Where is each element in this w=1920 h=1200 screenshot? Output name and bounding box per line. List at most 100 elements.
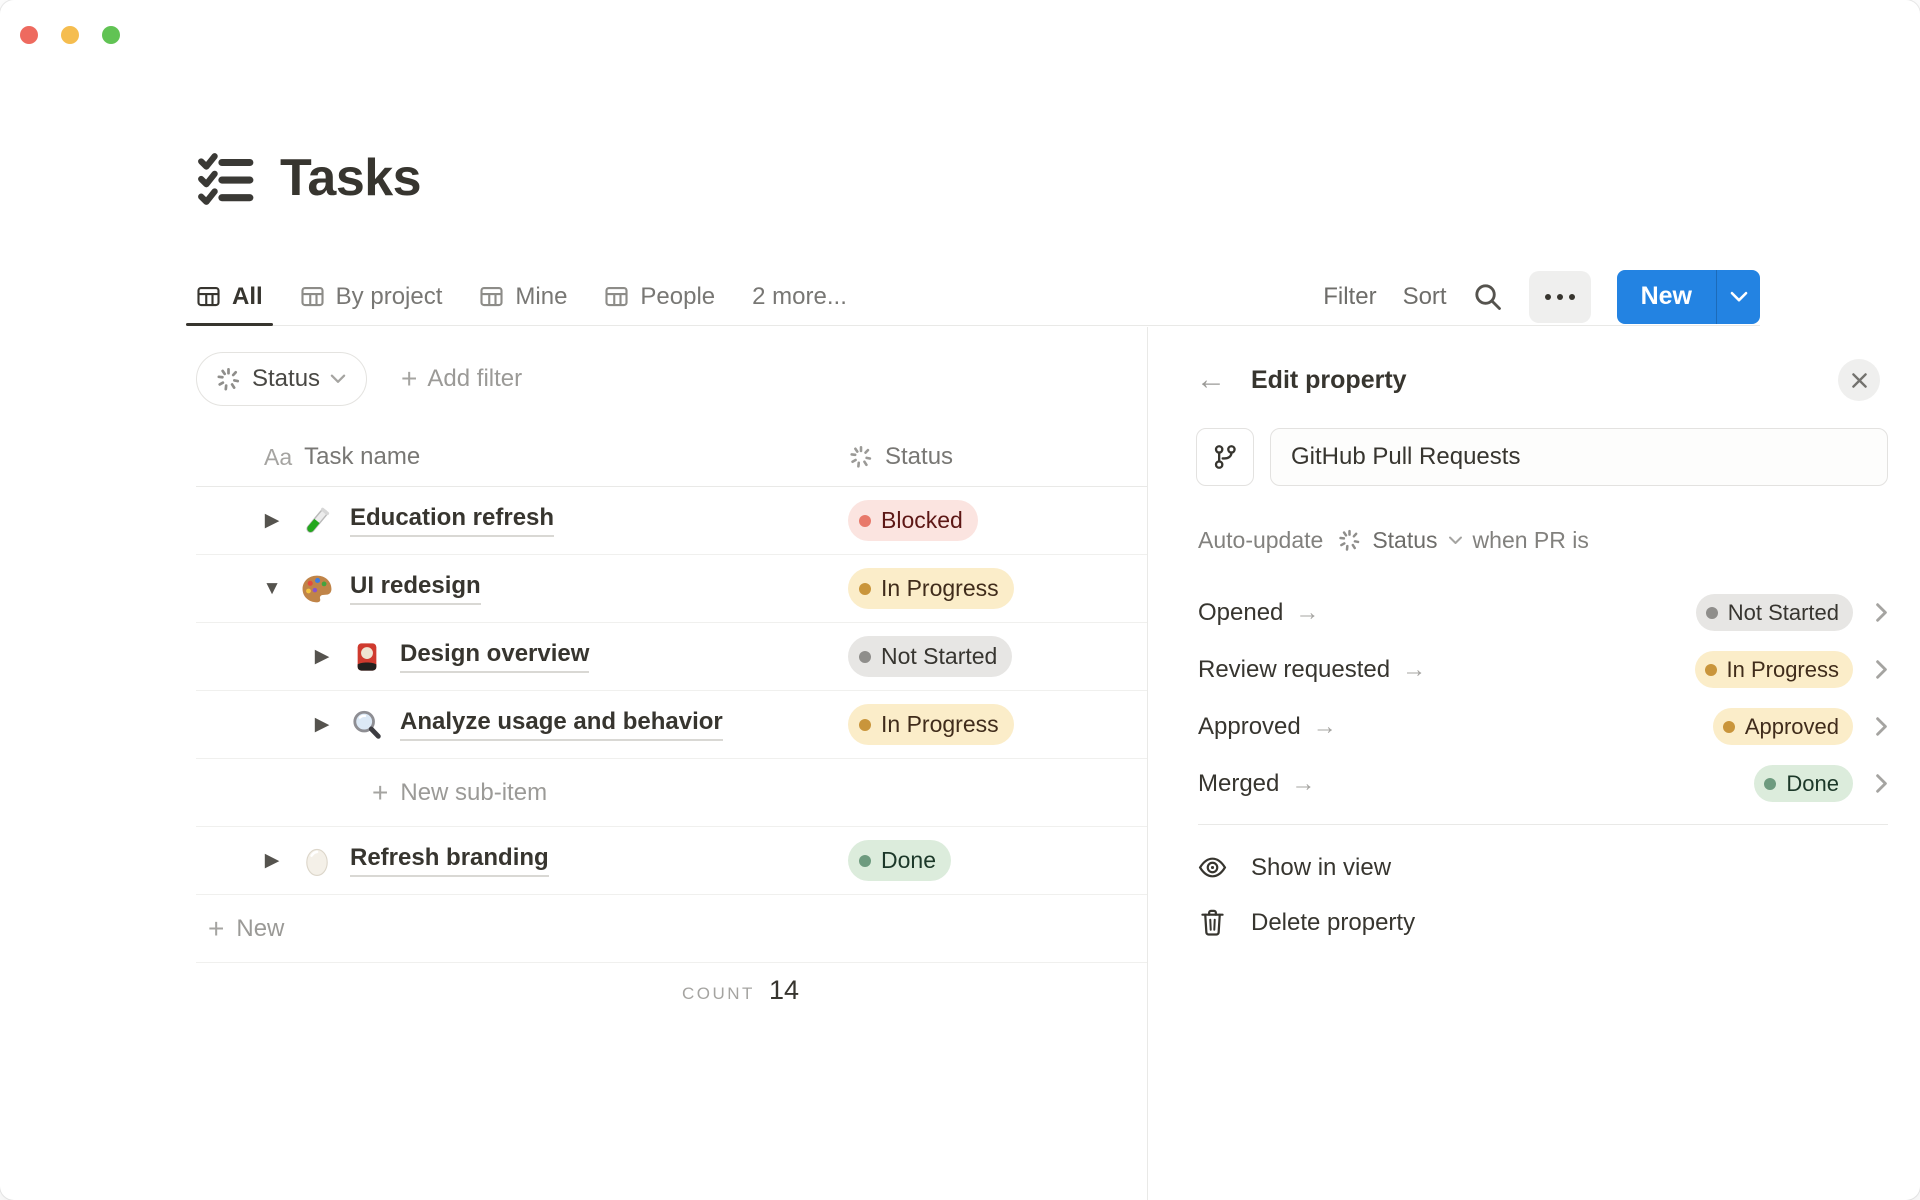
new-button-group: New — [1616, 269, 1760, 324]
auto-update-row: Auto-update Status when PR is — [1198, 527, 1589, 554]
mapping-row-opened[interactable]: Opened → Not Started — [1198, 584, 1888, 641]
status-cell[interactable]: In Progress — [848, 555, 1014, 622]
plus-icon: + — [372, 776, 389, 808]
view-tab-bar: All By project Mine People 2 more... Fil… — [186, 268, 1760, 326]
close-window-button[interactable] — [20, 26, 38, 44]
edit-property-panel: ← Edit property Auto-update Status when … — [1147, 327, 1920, 1200]
status-badge: Done — [848, 840, 951, 881]
test-tube-icon — [299, 503, 335, 539]
close-icon — [1851, 372, 1868, 389]
text-property-icon: Aa — [264, 443, 293, 470]
table-header: Aa Task name Status — [196, 427, 1147, 487]
tab-mine[interactable]: Mine — [469, 268, 577, 325]
sort-button[interactable]: Sort — [1403, 283, 1447, 311]
palette-icon — [299, 571, 335, 607]
tab-all[interactable]: All — [186, 268, 273, 326]
new-dropdown-button[interactable] — [1716, 269, 1760, 324]
status-badge: Not Started — [848, 636, 1013, 677]
status-dot — [859, 650, 871, 663]
show-in-view-button[interactable]: Show in view — [1198, 840, 1888, 895]
task-title-link[interactable]: Refresh branding — [350, 844, 549, 877]
property-name-row — [1196, 428, 1888, 486]
status-badge: In Progress — [1694, 651, 1853, 688]
tab-more-views[interactable]: 2 more... — [742, 268, 857, 325]
checklist-icon — [196, 149, 254, 207]
new-sub-item-button[interactable]: + New sub-item — [196, 759, 1147, 827]
expand-toggle-icon[interactable]: ▶ — [260, 849, 284, 872]
magnifier-icon — [349, 707, 385, 743]
status-dot — [1704, 663, 1717, 676]
expand-toggle-icon[interactable]: ▶ — [310, 713, 334, 736]
filter-bar: Status + Add filter — [196, 352, 522, 406]
column-header-task-name[interactable]: Aa Task name — [264, 427, 420, 487]
status-badge: Approved — [1712, 708, 1853, 745]
chevron-right-icon — [1875, 659, 1888, 680]
app-window: Tasks All By project Mine People 2 more.… — [0, 0, 1920, 1200]
search-icon[interactable] — [1473, 282, 1503, 312]
tab-people[interactable]: People — [594, 268, 725, 325]
mapping-row-merged[interactable]: Merged → Done — [1198, 755, 1888, 812]
task-title-link[interactable]: Analyze usage and behavior — [400, 708, 723, 741]
status-dot — [1764, 777, 1777, 790]
status-cell[interactable]: Done — [848, 827, 951, 894]
filter-button[interactable]: Filter — [1323, 283, 1376, 311]
count-label[interactable]: COUNT — [682, 984, 755, 1004]
status-filter-chip[interactable]: Status — [196, 352, 368, 406]
status-spinner-icon — [848, 444, 874, 470]
collapse-toggle-icon[interactable]: ▼ — [260, 578, 284, 600]
task-title-link[interactable]: Design overview — [400, 640, 590, 673]
status-dot — [859, 514, 871, 527]
arrow-right-icon: → — [1295, 598, 1320, 626]
flower-card-icon — [349, 639, 385, 675]
status-badge: In Progress — [848, 568, 1014, 609]
mapping-row-review-requested[interactable]: Review requested → In Progress — [1198, 641, 1888, 698]
status-spinner-icon — [215, 366, 242, 393]
expand-toggle-icon[interactable]: ▶ — [310, 645, 334, 668]
property-icon-button[interactable] — [1196, 428, 1254, 486]
new-button[interactable]: New — [1616, 269, 1716, 324]
table-row: ▶ Design overview Not Started — [196, 623, 1147, 691]
status-cell[interactable]: In Progress — [848, 691, 1014, 758]
property-actions: Show in view Delete property — [1198, 840, 1888, 950]
arrow-right-icon: → — [1291, 769, 1316, 797]
ellipsis-icon — [1544, 293, 1551, 300]
minimize-window-button[interactable] — [61, 26, 79, 44]
page-header: Tasks — [196, 148, 422, 208]
tab-by-project[interactable]: By project — [290, 268, 453, 325]
status-badge: In Progress — [848, 704, 1014, 745]
panel-title: Edit property — [1251, 365, 1407, 394]
add-filter-button[interactable]: + Add filter — [401, 365, 522, 393]
auto-update-property-select[interactable]: Status — [1372, 527, 1437, 554]
table-row: ▼ UI redesign In Progress — [196, 555, 1147, 623]
zoom-window-button[interactable] — [102, 26, 120, 44]
mapping-row-approved[interactable]: Approved → Approved — [1198, 698, 1888, 755]
column-header-status[interactable]: Status — [848, 427, 953, 487]
plus-icon: + — [401, 363, 418, 394]
table-icon — [479, 284, 504, 309]
table-icon — [196, 284, 221, 309]
status-dot — [859, 854, 871, 867]
task-title-link[interactable]: Education refresh — [350, 504, 555, 537]
close-panel-button[interactable] — [1838, 359, 1880, 401]
egg-icon — [299, 843, 335, 879]
plus-icon: + — [208, 912, 225, 944]
new-row-button[interactable]: + New — [196, 895, 1147, 963]
property-name-input[interactable] — [1270, 428, 1888, 486]
status-spinner-icon — [1337, 528, 1362, 553]
eye-icon — [1198, 853, 1227, 882]
status-dot — [859, 718, 871, 731]
chevron-down-icon[interactable] — [1448, 536, 1463, 545]
status-cell[interactable]: Blocked — [848, 487, 978, 554]
chevron-down-icon — [330, 374, 346, 384]
task-title-link[interactable]: UI redesign — [350, 572, 481, 605]
back-arrow-icon[interactable]: ← — [1196, 363, 1226, 397]
delete-property-button[interactable]: Delete property — [1198, 895, 1888, 950]
status-cell[interactable]: Not Started — [848, 623, 1013, 690]
table-row: ▶ Analyze usage and behavior In Progress — [196, 691, 1147, 759]
expand-toggle-icon[interactable]: ▶ — [260, 509, 284, 532]
status-badge: Not Started — [1695, 594, 1853, 631]
chevron-right-icon — [1875, 716, 1888, 737]
table-icon — [300, 284, 325, 309]
more-options-button[interactable] — [1528, 270, 1591, 323]
chevron-right-icon — [1875, 773, 1888, 794]
